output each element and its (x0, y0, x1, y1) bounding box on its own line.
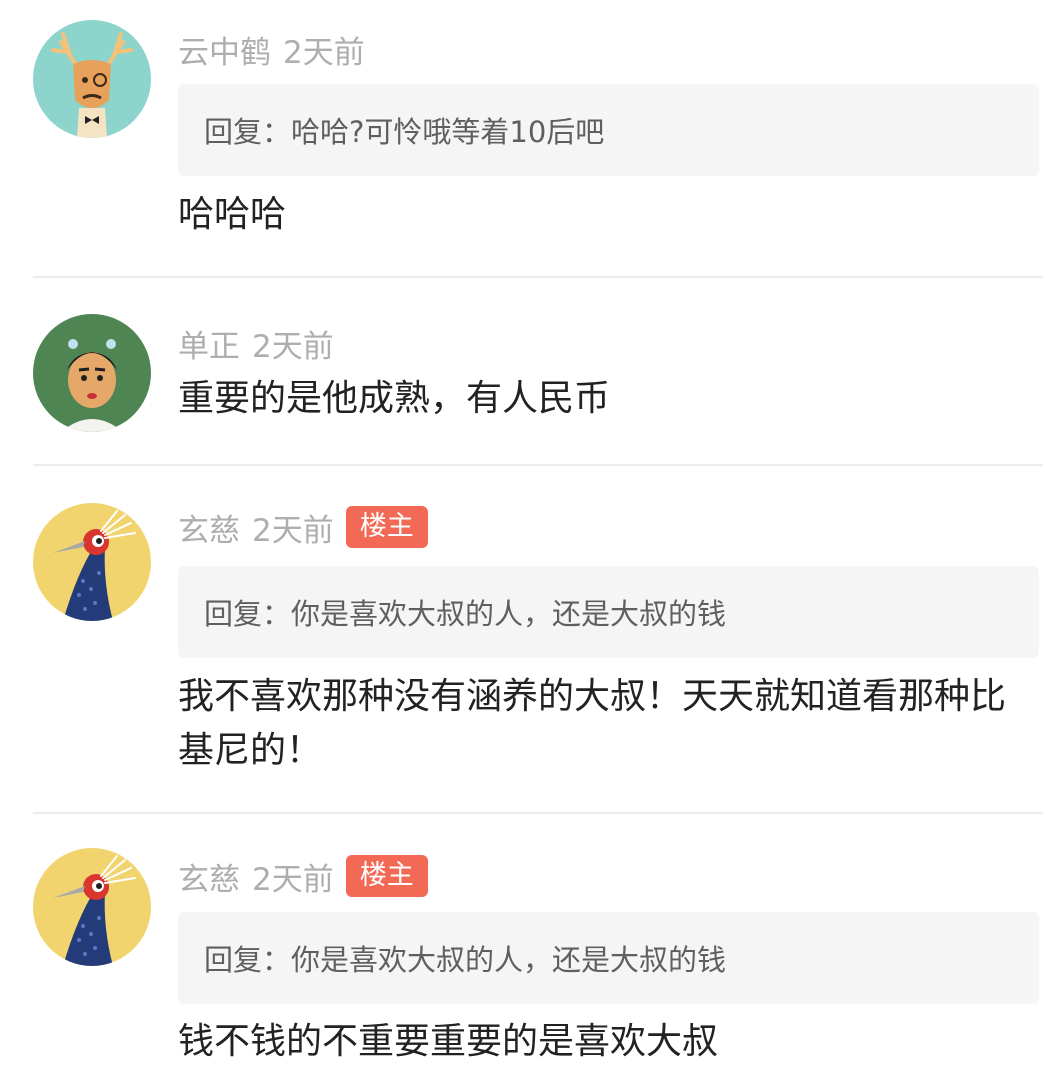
comment-meta: 云中鹤 2天前 (178, 27, 365, 72)
girl-avatar-icon[interactable] (33, 314, 151, 432)
comment-text: 我不喜欢那种没有涵养的大叔！天天就知道看那种比基尼的！ (178, 676, 1007, 771)
comment-text: 重要的是他成熟，有人民币 (178, 378, 611, 419)
bird-avatar-icon[interactable] (33, 503, 151, 621)
quote-label: 回复： (204, 943, 292, 977)
username[interactable]: 单正 (178, 321, 240, 366)
divider (33, 464, 1043, 466)
quote-text: 你是喜欢大叔的人，还是大叔的钱 (291, 597, 727, 631)
username[interactable]: 玄慈 (178, 854, 240, 899)
username[interactable]: 云中鹤 (178, 27, 271, 72)
quote-text: 哈哈?可怜哦等着10后吧 (291, 115, 605, 149)
timestamp: 2天前 (283, 34, 365, 71)
timestamp: 2天前 (252, 328, 334, 365)
op-badge: 楼主 (345, 855, 428, 897)
comment-meta: 单正 2天前 (178, 321, 334, 366)
username[interactable]: 玄慈 (178, 505, 240, 550)
divider (33, 276, 1043, 278)
comment-meta: 玄慈 2天前 楼主 (178, 505, 428, 550)
deer-avatar-icon[interactable] (33, 20, 151, 138)
comment-text: 哈哈哈 (178, 194, 287, 235)
op-badge: 楼主 (345, 506, 428, 548)
reply-quote[interactable]: 回复： 你是喜欢大叔的人，还是大叔的钱 (178, 566, 1039, 658)
quote-text: 你是喜欢大叔的人，还是大叔的钱 (291, 943, 727, 977)
divider (33, 812, 1043, 814)
comment-text: 钱不钱的不重要重要的是喜欢大叔 (178, 1021, 719, 1062)
reply-quote[interactable]: 回复： 你是喜欢大叔的人，还是大叔的钱 (178, 912, 1039, 1004)
timestamp: 2天前 (252, 512, 334, 549)
reply-quote[interactable]: 回复： 哈哈?可怜哦等着10后吧 (178, 84, 1039, 176)
bird-avatar-icon[interactable] (33, 848, 151, 966)
quote-label: 回复： (204, 597, 292, 631)
comment-meta: 玄慈 2天前 楼主 (178, 854, 428, 899)
quote-label: 回复： (204, 115, 292, 149)
timestamp: 2天前 (252, 861, 334, 898)
